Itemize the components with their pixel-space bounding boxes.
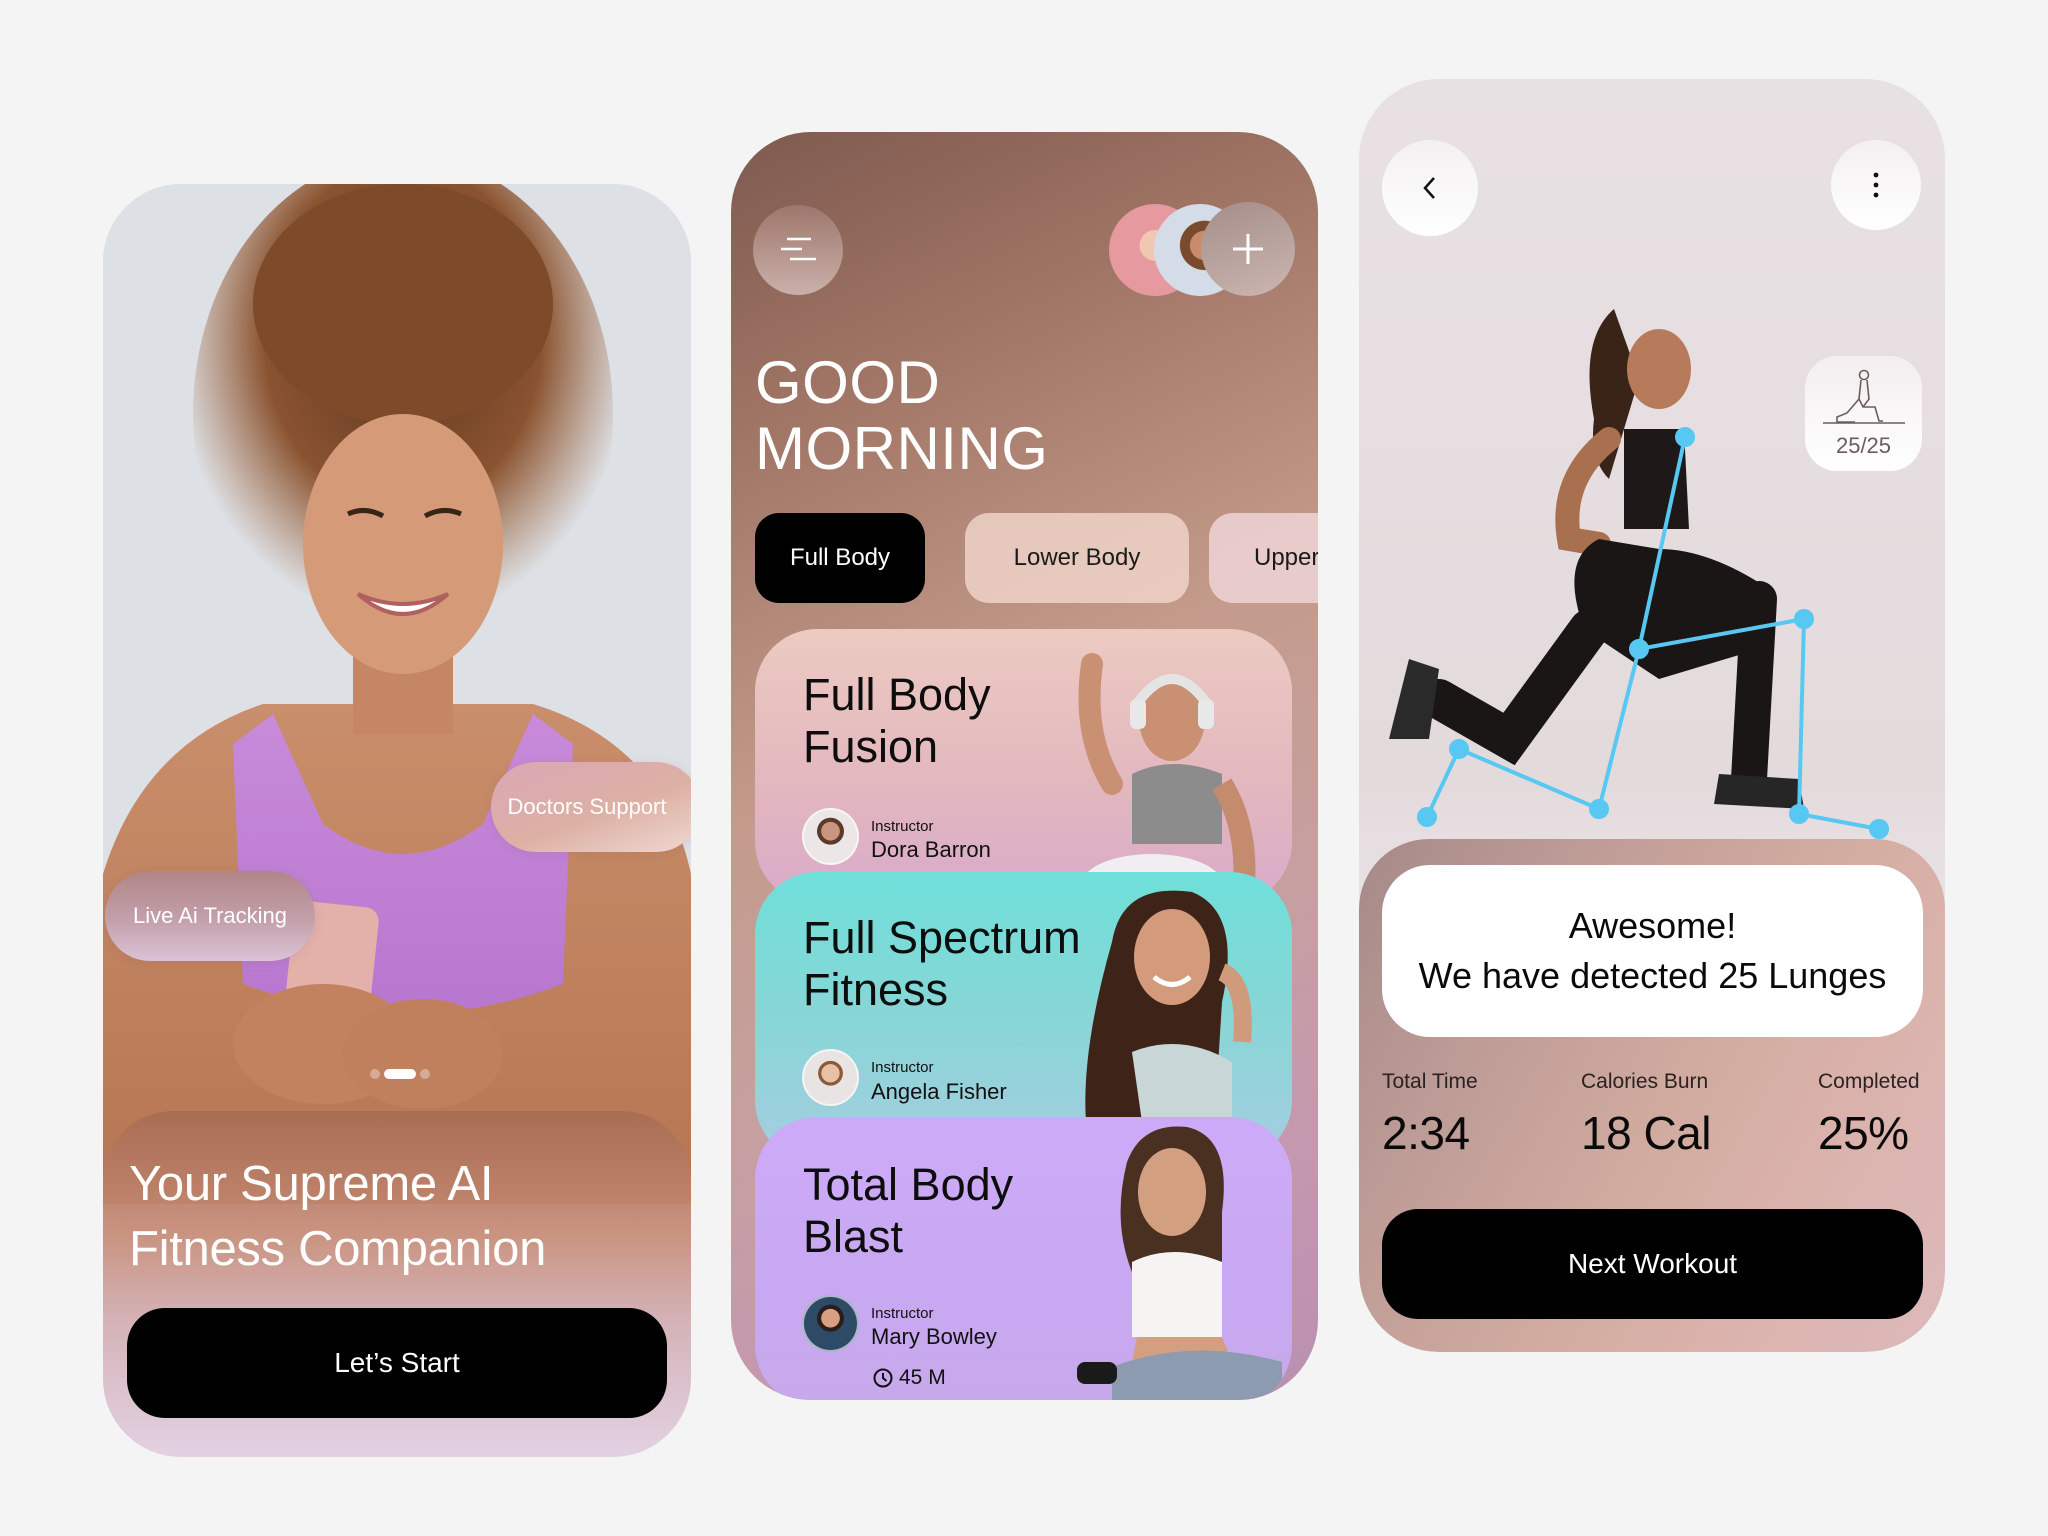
stat-label-total-time: Total Time [1382,1070,1478,1093]
menu-icon [781,237,816,261]
tab-upper-body[interactable]: Upper [1209,513,1318,603]
tracking-screen: 25/25 Awesome! We have detected 25 Lunge… [1359,79,1945,1352]
joint-back-toe [1417,807,1437,827]
stat-value-total-time: 2:34 [1382,1107,1470,1159]
instructor-name: Mary Bowley [871,1324,997,1349]
detection-alert: Awesome! We have detected 25 Lunges [1382,865,1923,1037]
doctors-support-label: Doctors Support [507,794,667,819]
joint-shoulder [1675,427,1695,447]
more-options-button[interactable] [1831,140,1921,230]
chevron-left-icon [1423,177,1435,199]
onboarding-headline: Your Supreme AI Fitness Companion [129,1152,546,1282]
greeting-line-1: GOOD [755,349,941,416]
instructor-avatar [802,1049,859,1106]
live-ai-tracking-chip[interactable]: Live Ai Tracking [105,871,315,961]
workout-title: Full Body Fusion [803,669,991,773]
greeting-line-2: MORNING [755,415,1049,482]
page-dot [420,1069,430,1079]
plus-icon [1233,234,1263,264]
workout-title-line-2: Fusion [803,721,939,772]
joint-front-ankle [1789,804,1809,824]
lunge-figure-icon [1822,369,1905,424]
headline-line-1: Your Supreme AI [129,1157,494,1211]
add-user-button[interactable] [1201,202,1295,296]
stat-label-calories: Calories Burn [1581,1070,1709,1093]
menu-button[interactable] [753,205,843,295]
clock-icon [873,1368,893,1388]
joint-hip [1629,639,1649,659]
stat-value-calories: 18 Cal [1581,1107,1711,1159]
hero-photo [103,184,691,1204]
doctors-support-chip[interactable]: Doctors Support [491,762,691,852]
greeting-title: GOOD MORNING [755,350,1048,482]
alert-title: Awesome! [1568,905,1737,946]
instructor-name: Angela Fisher [871,1079,1007,1104]
instructor-photo [1078,653,1256,904]
workout-title: Total Body Blast [803,1159,1013,1263]
home-screen: GOOD MORNING Full Body Lower Body Upper … [731,132,1318,1400]
workout-title-line-2: Fitness [803,964,949,1015]
instructor-label: Instructor [871,1305,934,1322]
rep-counter-card: 25/25 [1805,356,1922,471]
joint-front-knee [1794,609,1814,629]
joint-front-toe [1869,819,1889,839]
workout-card-full-body-fusion[interactable]: Full Body Fusion Instructor Dora Barron [755,629,1292,904]
headline-line-2: Fitness Companion [129,1222,547,1276]
stat-label-completed: Completed [1818,1070,1920,1093]
page-dot [370,1069,380,1079]
instructor-label: Instructor [871,1059,934,1076]
instructor-photo [1077,1126,1282,1400]
instructor-avatar [802,808,859,865]
workout-title: Full Spectrum Fitness [803,912,1081,1016]
workout-title-line-1: Full Spectrum [803,912,1081,963]
onboarding-screen: Doctors Support Live Ai Tracking Your Su… [103,184,691,1457]
athlete-photo [1389,309,1804,809]
tab-full-body[interactable]: Full Body [755,513,925,603]
lets-start-button[interactable]: Let’s Start [127,1308,667,1418]
alert-message: We have detected 25 Lunges [1418,955,1887,996]
workout-title-line-1: Total Body [803,1159,1014,1210]
stat-value-completed: 25% [1818,1107,1909,1159]
instructor-label: Instructor [871,818,934,835]
workout-card-total-body-blast[interactable]: Total Body Blast Instructor Mary Bowley … [755,1117,1292,1400]
more-vertical-icon [1873,172,1879,198]
rep-counter-value: 25/25 [1835,433,1892,458]
live-ai-tracking-label: Live Ai Tracking [132,903,288,928]
instructor-name: Dora Barron [871,837,991,862]
workout-title-line-2: Blast [803,1211,904,1262]
page-dot-active [384,1069,416,1079]
workout-title-line-1: Full Body [803,669,991,720]
back-button[interactable] [1382,140,1478,236]
workout-duration: 45 M [873,1366,946,1390]
next-workout-button[interactable]: Next Workout [1382,1209,1923,1319]
duration-value: 45 M [899,1366,946,1389]
joint-back-ankle [1449,739,1469,759]
page-indicator [370,1069,430,1079]
instructor-avatar [802,1295,859,1352]
joint-back-knee [1589,799,1609,819]
tab-lower-body[interactable]: Lower Body [965,513,1189,603]
